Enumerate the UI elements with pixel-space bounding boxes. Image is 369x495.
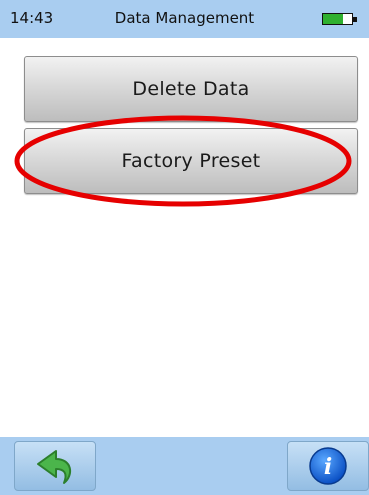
status-bar: 14:43 Data Management [0,0,369,38]
battery-icon [322,13,357,25]
factory-preset-label: Factory Preset [121,150,261,172]
footer-bar: i [0,437,369,495]
info-button[interactable]: i [287,441,369,491]
battery-fill [323,14,344,24]
info-icon: i [309,447,347,485]
factory-preset-button[interactable]: Factory Preset [24,128,358,194]
page-title: Data Management [114,9,255,27]
back-arrow-icon [37,450,72,484]
svg-text:i: i [324,454,332,480]
delete-data-button[interactable]: Delete Data [24,56,358,122]
back-button[interactable] [14,441,96,491]
delete-data-label: Delete Data [132,78,250,100]
battery-tip [353,17,357,22]
